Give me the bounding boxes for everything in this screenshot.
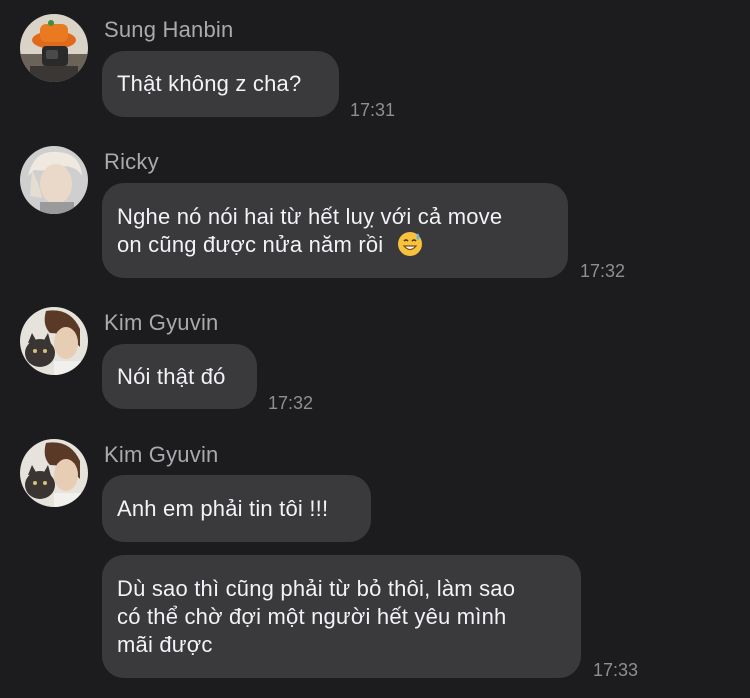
avatar-kim-gyuvin[interactable] — [20, 307, 88, 375]
message-timestamp: 17:32 — [268, 393, 314, 413]
profile-photo-with-kitten-icon — [20, 439, 88, 507]
message-timestamp: 17:32 — [580, 261, 626, 281]
profile-photo-orange-hat-icon — [20, 14, 88, 82]
message-text: Thật không z cha? — [117, 71, 302, 96]
message-text-line: có thể chờ đợi một người hết yêu mình — [117, 604, 507, 629]
avatar-ricky[interactable] — [20, 146, 88, 214]
message-timestamp: 17:31 — [350, 100, 396, 120]
message-timestamp: 17:33 — [593, 660, 639, 680]
grinning-sweat-emoji-icon — [397, 231, 423, 257]
avatar-kim-gyuvin[interactable] — [20, 439, 88, 507]
message-text-line-with-emoji: on cũng được nửa năm rồi — [117, 231, 423, 259]
message-text-line: mãi được — [117, 632, 213, 657]
sender-name: Kim Gyuvin — [104, 442, 219, 467]
message-text-line: Nghe nó nói hai từ hết luỵ với cả move — [117, 204, 503, 229]
message-text-line: on cũng được nửa năm rồi — [117, 232, 384, 257]
sender-name: Kim Gyuvin — [104, 310, 219, 335]
message-bubble[interactable]: Nói thật đó — [102, 344, 257, 409]
profile-photo-blond-hair-icon — [20, 146, 88, 214]
message-bubble[interactable]: Thật không z cha? — [102, 51, 339, 117]
sender-name: Ricky — [104, 149, 159, 174]
message-text-line: Dù sao thì cũng phải từ bỏ thôi, làm sao — [117, 576, 516, 601]
message-text: Nói thật đó — [117, 364, 226, 389]
message-bubble[interactable]: Anh em phải tin tôi !!! — [102, 475, 371, 542]
message-bubble[interactable]: Dù sao thì cũng phải từ bỏ thôi, làm sao… — [102, 555, 581, 678]
message-text: Anh em phải tin tôi !!! — [117, 496, 329, 521]
sender-name: Sung Hanbin — [104, 17, 234, 42]
message-bubble[interactable]: Nghe nó nói hai từ hết luỵ với cả move o… — [102, 183, 568, 278]
avatar-sung-hanbin[interactable] — [20, 14, 88, 82]
profile-photo-with-kitten-icon — [20, 307, 88, 375]
